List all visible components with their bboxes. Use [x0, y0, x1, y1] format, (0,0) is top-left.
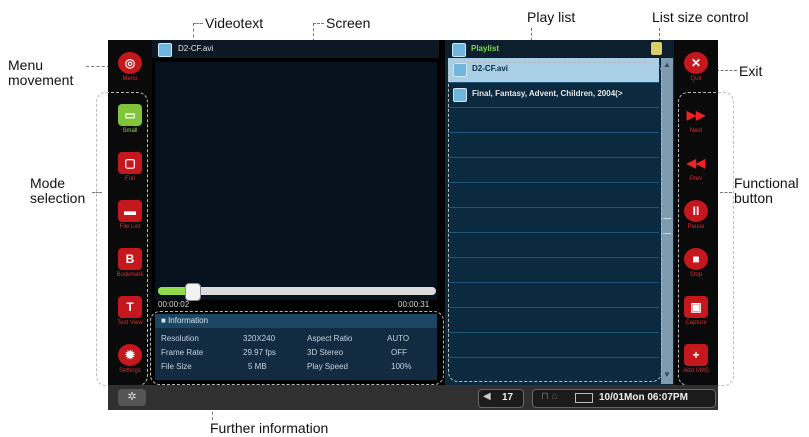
further-information-highlight	[150, 311, 444, 385]
speaker-icon: ◀	[483, 391, 491, 402]
playlist-highlight	[448, 62, 662, 382]
media-player-screen: ◎ Menu ▭ Small ▢ Full ▬ File List B Book…	[96, 40, 734, 410]
lock-icon: ⊓ ⌂	[541, 391, 558, 402]
scroll-up-icon[interactable]: ▲	[663, 60, 671, 69]
list-size-control-button[interactable]	[651, 42, 662, 55]
quit-button[interactable]: ✕ Quit	[680, 52, 712, 92]
menu-button[interactable]: ◎ Menu	[114, 52, 146, 92]
functional-buttons-highlight	[678, 92, 734, 386]
scroll-thumb[interactable]	[663, 218, 671, 234]
battery-icon	[575, 393, 593, 403]
playlist-icon	[452, 43, 466, 57]
total-time: 00:00:31	[398, 300, 430, 309]
seek-bar[interactable]	[158, 283, 436, 301]
callout-videotext: Videotext	[205, 15, 264, 31]
volume-control[interactable]: ◀ 17	[478, 389, 524, 408]
mode-selection-highlight	[96, 92, 148, 386]
status-bar: ✲ ◀ 17 ⊓ ⌂ 10/01Mon 06:07PM	[108, 385, 718, 410]
callout-further-information: Further information	[210, 420, 329, 436]
playlist-header: Playlist	[445, 40, 675, 58]
playlist-scrollbar[interactable]: ▲ ▼	[661, 58, 673, 384]
seek-handle[interactable]	[184, 283, 201, 301]
callout-functional-button: Functional button	[734, 175, 799, 206]
menu-icon: ◎	[118, 52, 142, 74]
playlist-title: Playlist	[471, 44, 500, 53]
date-time: 10/01Mon 06:07PM	[599, 392, 688, 403]
callout-list-size-control: List size control	[652, 9, 749, 25]
film-reel-icon[interactable]: ✲	[118, 389, 146, 406]
callout-exit: Exit	[739, 63, 763, 79]
callout-screen: Screen	[326, 15, 371, 31]
volume-level: 17	[502, 392, 514, 403]
elapsed-time: 00:00:02	[158, 300, 190, 309]
callout-play-list: Play list	[527, 9, 576, 25]
clock-display: ⊓ ⌂ 10/01Mon 06:07PM	[532, 389, 716, 408]
video-title-bar: D2-CF.avi	[152, 40, 439, 58]
close-icon: ✕	[684, 52, 708, 74]
callout-menu-movement: Menu movement	[8, 57, 74, 88]
video-file-icon	[158, 43, 172, 57]
video-filename: D2-CF.avi	[178, 44, 214, 53]
scroll-down-icon[interactable]: ▼	[663, 370, 671, 379]
callout-mode-selection: Mode selection	[30, 175, 86, 206]
video-screen[interactable]	[155, 62, 437, 300]
